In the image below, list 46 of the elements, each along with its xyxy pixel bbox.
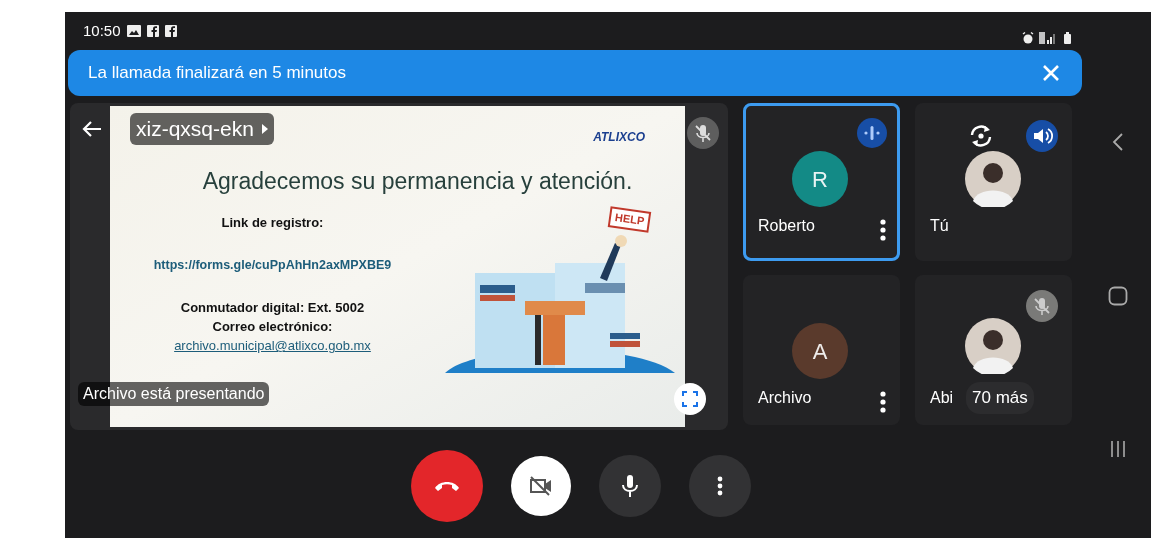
meeting-code[interactable]: xiz-qxsq-ekn <box>130 113 274 145</box>
person-avatar <box>965 151 1021 207</box>
alarm-icon <box>1022 32 1034 44</box>
slide-link[interactable]: https://forms.gle/cuPpAhHn2axMPXBE9 <box>153 255 392 275</box>
participant-tile[interactable]: A Archivo <box>743 275 900 425</box>
person-avatar <box>965 318 1021 374</box>
phone-icon <box>434 480 460 492</box>
recents-icon[interactable] <box>1110 440 1126 458</box>
caret-icon <box>261 123 268 134</box>
more-options-icon <box>717 476 723 496</box>
initial-avatar: A <box>792 323 848 379</box>
participant-name: Abi <box>930 388 954 408</box>
switch-camera-icon[interactable] <box>968 123 994 149</box>
fullscreen-icon[interactable] <box>674 383 706 415</box>
more-options-icon[interactable] <box>880 219 886 241</box>
status-time: 10:50 <box>83 20 121 41</box>
participant-tile[interactable]: Abi 70 más <box>915 275 1072 425</box>
participant-name: Roberto <box>758 216 815 236</box>
initial-avatar: R <box>792 151 848 207</box>
email-link[interactable]: archivo.municipal@atlixco.gob.mx <box>174 336 371 356</box>
back-icon[interactable] <box>1112 132 1124 152</box>
facebook-icon <box>164 25 177 37</box>
presenter-caption: Archivo está presentando <box>78 382 270 406</box>
facebook-icon <box>146 25 159 37</box>
participant-tile[interactable]: R Roberto <box>743 103 900 261</box>
back-arrow-icon[interactable] <box>82 120 102 137</box>
slide-text: Conmutador digital: Ext. 5002 <box>180 299 365 318</box>
participant-tile[interactable]: Tú <box>915 103 1072 261</box>
more-options-icon[interactable] <box>880 391 886 413</box>
slide-title: Agradecemos su permanencia y atención. <box>201 167 634 196</box>
slide-text: Link de registro: <box>221 213 324 232</box>
microphone-icon <box>621 474 639 498</box>
battery-icon <box>1064 32 1071 44</box>
participant-name: Tú <box>930 216 949 236</box>
participant-name: Archivo <box>758 388 812 408</box>
speaker-icon[interactable] <box>1026 120 1058 152</box>
home-icon[interactable] <box>1108 286 1128 306</box>
slide-logo: ATLIXCO <box>593 129 645 146</box>
slide-text: Correo electrónico: <box>212 318 333 337</box>
gallery-icon <box>126 25 141 37</box>
camera-button[interactable] <box>511 456 571 516</box>
camera-off-icon <box>528 475 554 497</box>
close-icon <box>1042 64 1060 82</box>
banner-message: La llamada finalizará en 5 minutos <box>88 62 346 85</box>
help-sign: HELP <box>607 205 652 232</box>
more-participants-badge[interactable]: 70 más <box>966 382 1034 414</box>
